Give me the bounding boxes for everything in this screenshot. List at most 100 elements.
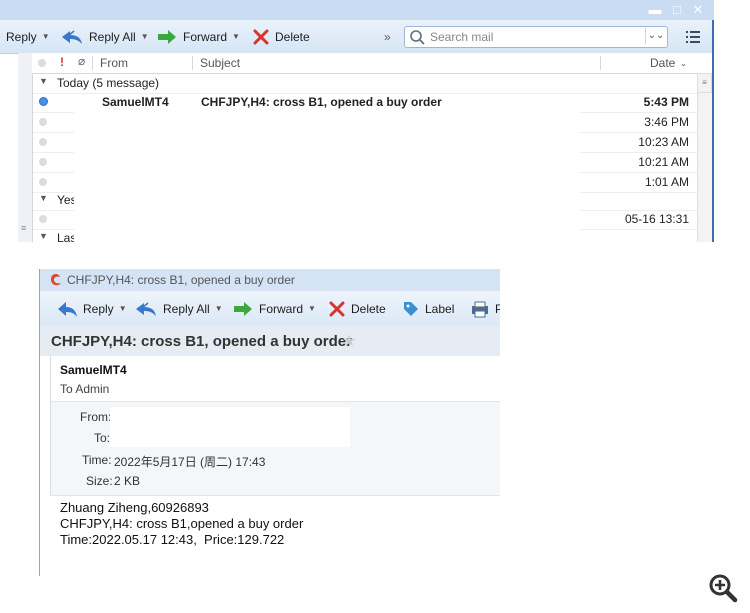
resize-handle-icon[interactable]: ≡ xyxy=(21,223,26,233)
unread-dot-icon[interactable] xyxy=(39,97,48,106)
column-header: ! ⌀ From Subject Date ⌄ xyxy=(32,53,712,74)
collapse-triangle-icon[interactable]: ▼ xyxy=(39,76,48,86)
status-column-icon[interactable] xyxy=(38,59,46,67)
body-line: Time:2022.05.17 12:43, Price:129.722 xyxy=(60,532,285,547)
left-pane-edge: ≡ xyxy=(18,53,33,242)
mail-list-window: ▬ □ ✕ Reply ▼ Reply All ▼ Forward ▼ Dele… xyxy=(0,0,714,242)
column-from[interactable]: From xyxy=(100,56,128,70)
message-time: 3:46 PM xyxy=(644,115,689,129)
recipient-line: To Admin xyxy=(60,382,110,396)
message-window: CHFJPY,H4: cross B1, opened a buy order … xyxy=(39,269,500,576)
priority-column-icon[interactable]: ! xyxy=(60,55,64,69)
time-label: Time: xyxy=(82,453,112,467)
column-date[interactable]: Date xyxy=(650,56,675,70)
delete-icon xyxy=(253,29,269,44)
label-button[interactable]: Label xyxy=(402,291,454,326)
chevron-down-icon[interactable]: ▼ xyxy=(215,304,223,313)
chevron-down-icon[interactable]: ▼ xyxy=(308,304,316,313)
message-subject-heading: CHFJPY,H4: cross B1, opened a buy order xyxy=(51,333,352,350)
message-time: 05-16 13:31 xyxy=(624,212,689,226)
read-dot-icon[interactable] xyxy=(39,138,47,146)
delete-label: Delete xyxy=(275,29,310,44)
subject-bar: CHFJPY,H4: cross B1, opened a buy order … xyxy=(40,326,500,356)
search-placeholder: Search mail xyxy=(430,30,494,44)
message-time: 5:43 PM xyxy=(643,95,689,109)
filter-icon[interactable]: ⌄⌄ xyxy=(645,28,666,44)
group-header-today[interactable]: ▼ Today (5 message) xyxy=(33,73,697,94)
sender-header: SamuelMT4 To Admin xyxy=(50,356,500,401)
redacted-area xyxy=(74,110,580,242)
minimize-button[interactable]: ▬ xyxy=(646,2,664,18)
column-separator[interactable] xyxy=(192,56,193,70)
print-button[interactable]: P xyxy=(470,291,500,326)
delete-button[interactable]: Delete xyxy=(252,20,310,53)
reply-all-button[interactable]: Reply All ▼ xyxy=(134,291,223,326)
column-separator[interactable] xyxy=(92,56,93,70)
size-label: Size: xyxy=(86,474,113,488)
reply-icon xyxy=(58,301,77,317)
forward-button[interactable]: Forward ▼ xyxy=(156,20,240,53)
maximize-button[interactable]: □ xyxy=(668,2,686,18)
to-label: To: xyxy=(94,431,111,445)
more-button[interactable]: » xyxy=(384,20,391,53)
reply-label: Reply xyxy=(83,301,114,316)
forward-label: Forward xyxy=(259,301,304,316)
reply-all-label: Reply All xyxy=(89,29,136,44)
from-label: From: xyxy=(80,410,112,424)
forward-label: Forward xyxy=(183,29,228,44)
search-icon xyxy=(410,30,425,45)
scrollbar[interactable] xyxy=(697,93,713,242)
print-icon xyxy=(472,301,488,317)
window-title: CHFJPY,H4: cross B1, opened a buy order xyxy=(67,273,295,287)
label-icon xyxy=(404,301,418,316)
forward-icon xyxy=(158,29,176,44)
read-dot-icon[interactable] xyxy=(39,158,47,166)
size-value: 2 KB xyxy=(114,474,141,488)
column-subject[interactable]: Subject xyxy=(200,56,240,70)
zoom-in-icon[interactable] xyxy=(708,573,738,603)
reply-button[interactable]: Reply ▼ xyxy=(56,291,127,326)
message-details: From: To: Time: 2022年5月17日 (周二) 17:43 Si… xyxy=(50,401,500,496)
title-bar: ▬ □ ✕ xyxy=(0,0,714,20)
delete-button[interactable]: Delete xyxy=(328,291,386,326)
chevron-down-icon[interactable]: ▼ xyxy=(232,32,240,41)
menu-icon[interactable] xyxy=(686,30,700,44)
redacted-addresses xyxy=(110,407,350,447)
message-toolbar: Reply ▼ Reply All ▼ Forward ▼ Delete Lab… xyxy=(40,291,500,327)
read-dot-icon[interactable] xyxy=(39,118,47,126)
read-dot-icon[interactable] xyxy=(39,178,47,186)
sender-name[interactable]: SamuelMT4 xyxy=(60,363,127,377)
delete-label: Delete xyxy=(351,301,386,316)
more-label: » xyxy=(384,29,391,44)
forward-button[interactable]: Forward ▼ xyxy=(232,291,316,326)
collapse-triangle-icon[interactable]: ▼ xyxy=(39,193,48,203)
collapse-triangle-icon[interactable]: ▼ xyxy=(39,231,48,241)
reply-button[interactable]: Reply ▼ xyxy=(6,20,50,53)
attachment-column-icon[interactable]: ⌀ xyxy=(78,54,85,68)
message-body: Zhuang Ziheng,60926893 CHFJPY,H4: cross … xyxy=(60,500,303,548)
app-logo-icon xyxy=(51,274,61,286)
reply-label: Reply xyxy=(6,29,37,44)
scroll-up-button[interactable]: ≡ xyxy=(697,73,712,93)
reply-all-button[interactable]: Reply All ▼ xyxy=(60,20,149,53)
reply-all-label: Reply All xyxy=(163,301,210,316)
reply-all-icon xyxy=(136,301,156,316)
read-dot-icon[interactable] xyxy=(39,215,47,223)
star-icon[interactable]: ★ xyxy=(342,331,356,351)
search-box[interactable]: Search mail ⌄⌄ xyxy=(404,26,668,48)
label-label: Label xyxy=(425,301,455,316)
forward-icon xyxy=(234,301,252,316)
body-line: Zhuang Ziheng,60926893 xyxy=(60,500,209,515)
message-subject: CHFJPY,H4: cross B1, opened a buy order xyxy=(201,95,442,109)
time-value: 2022年5月17日 (周二) 17:43 xyxy=(114,455,266,469)
close-button[interactable]: ✕ xyxy=(689,2,707,18)
chevron-down-icon[interactable]: ▼ xyxy=(141,32,149,41)
chevron-down-icon[interactable]: ▼ xyxy=(119,304,127,313)
message-time: 1:01 AM xyxy=(644,175,689,189)
column-separator[interactable] xyxy=(600,56,601,70)
group-label: Today (5 message) xyxy=(57,76,160,90)
sort-chevron-icon[interactable]: ⌄ xyxy=(680,59,687,68)
print-label: P xyxy=(495,302,500,316)
chevron-down-icon[interactable]: ▼ xyxy=(42,32,50,41)
window-border xyxy=(712,20,714,242)
